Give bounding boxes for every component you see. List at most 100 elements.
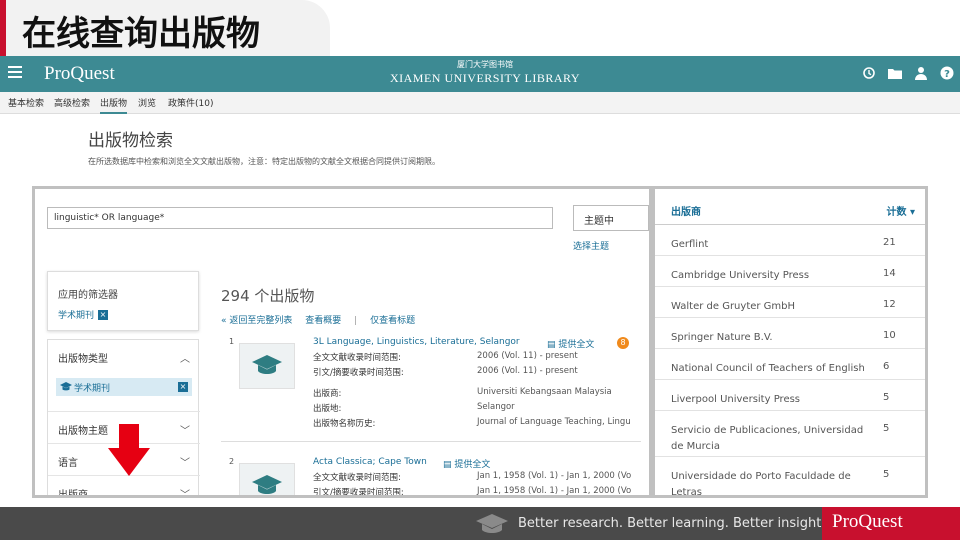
- nav-basic-search[interactable]: 基本检索: [8, 96, 44, 109]
- facet-selected-label: 学术期刊: [74, 383, 111, 394]
- mortarboard-icon: [252, 355, 282, 374]
- publisher-name: Cambridge University Press: [671, 270, 810, 281]
- results-view-links: « 返回至完整列表 查看概要 | 仅查看标题: [221, 313, 425, 326]
- document-icon: ▤: [443, 460, 455, 470]
- publisher-count: 12: [883, 299, 896, 310]
- publisher-column-header[interactable]: 出版商: [671, 203, 701, 218]
- slide-title-accent: [0, 0, 6, 56]
- facet-publisher[interactable]: 出版商 ﹀: [48, 476, 200, 498]
- publisher-row[interactable]: Walter de Gruyter GmbH 12: [655, 287, 925, 318]
- publisher-count: 6: [883, 361, 890, 372]
- annotation-arrow-icon: [108, 424, 150, 476]
- meta-label: 引文/摘要收录时间范围:: [313, 368, 404, 378]
- applied-filter-chip[interactable]: 学术期刊 ×: [58, 308, 109, 321]
- full-text-label: 提供全文: [454, 460, 491, 470]
- meta-row: 出版商: Universiti Kebangsaan Malaysia: [313, 387, 612, 399]
- publisher-count: 5: [883, 423, 890, 434]
- publisher-count: 21: [883, 237, 896, 248]
- meta-label: 全文文献收录时间范围:: [313, 353, 401, 363]
- titles-only-link[interactable]: 仅查看标题: [370, 316, 415, 326]
- meta-row: 引文/摘要收录时间范围: 2006 (Vol. 11) - present: [313, 366, 578, 378]
- chevron-down-icon[interactable]: ﹀: [180, 486, 190, 495]
- user-icon[interactable]: [914, 65, 928, 81]
- publisher-row[interactable]: Cambridge University Press 14: [655, 256, 925, 287]
- chevron-down-icon[interactable]: ﹀: [180, 454, 190, 469]
- mortarboard-icon: [476, 514, 508, 533]
- header-icons: ?: [862, 65, 954, 81]
- menu-icon[interactable]: [8, 66, 22, 80]
- chevron-up-icon[interactable]: ︿: [180, 350, 190, 365]
- full-text-link[interactable]: ▤ 提供全文: [547, 337, 594, 350]
- meta-row: 全文文献收录时间范围: 2006 (Vol. 11) - present: [313, 351, 578, 363]
- page-title: 出版物检索: [88, 131, 173, 151]
- publisher-facet-panel: 出版商 计数 ▾ Gerflint 21 Cambridge University…: [652, 186, 928, 498]
- search-input[interactable]: [47, 207, 553, 229]
- publisher-row[interactable]: Springer Nature B.V. 10: [655, 318, 925, 349]
- publication-thumbnail[interactable]: [239, 463, 295, 495]
- applied-filter-label: 学术期刊: [58, 311, 95, 321]
- publication-thumbnail[interactable]: [239, 343, 295, 389]
- publisher-name: Walter de Gruyter GmbH: [671, 301, 796, 312]
- view-summary-link[interactable]: 查看概要: [305, 316, 341, 326]
- library-subtitle: 厦门大学图书馆: [457, 60, 513, 69]
- nav-browse[interactable]: 浏览: [138, 96, 156, 109]
- count-sort-header[interactable]: 计数 ▾: [886, 203, 915, 218]
- nav-publications[interactable]: 出版物: [100, 96, 128, 114]
- publication-title-link[interactable]: 3L Language, Linguistics, Literature, Se…: [313, 337, 520, 347]
- publication-title-link[interactable]: Acta Classica; Cape Town: [313, 457, 427, 467]
- subject-scope-button[interactable]: 主题中: [573, 205, 649, 231]
- meta-value: Journal of Language Teaching, Lingu: [477, 417, 631, 427]
- svg-text:?: ?: [944, 69, 950, 80]
- slide-footer: Better research. Better learning. Better…: [0, 507, 960, 540]
- nav-policies[interactable]: 政策件(10): [168, 96, 213, 109]
- publisher-name: Gerflint: [671, 239, 709, 250]
- remove-filter-icon[interactable]: ×: [98, 309, 109, 320]
- help-icon[interactable]: ?: [940, 65, 954, 81]
- meta-value: 2006 (Vol. 11) - present: [477, 366, 578, 376]
- meta-label: 引文/摘要收录时间范围:: [313, 488, 404, 498]
- mortarboard-icon: [252, 475, 282, 494]
- select-subject-link[interactable]: 选择主题: [573, 239, 609, 252]
- meta-value: Selangor: [477, 402, 515, 412]
- chevron-down-icon[interactable]: ﹀: [180, 422, 190, 437]
- facet-label: 语言: [58, 458, 78, 469]
- publisher-count: 5: [883, 392, 890, 403]
- full-text-label: 提供全文: [558, 340, 595, 350]
- publisher-count: 14: [883, 268, 896, 279]
- page-description: 在所选数据库中检索和浏览全文文献出版物，注意：特定出版物的文献全文根据合同提供订…: [88, 157, 440, 166]
- publisher-row[interactable]: Liverpool University Press 5: [655, 380, 925, 411]
- publisher-name: National Council of Teachers of English: [671, 363, 865, 374]
- facet-label: 出版商: [58, 490, 88, 498]
- meta-label: 出版物名称历史:: [313, 419, 376, 429]
- publisher-row[interactable]: Gerflint 21: [655, 225, 925, 256]
- publisher-row[interactable]: Universidade do Porto Faculdade de Letra…: [655, 457, 925, 495]
- meta-row: 出版地: Selangor: [313, 402, 515, 414]
- meta-row: 出版物名称历史: Journal of Language Teaching, Li…: [313, 417, 631, 429]
- full-text-link[interactable]: ▤ 提供全文: [443, 457, 490, 470]
- remove-facet-icon[interactable]: ×: [178, 382, 188, 392]
- applied-filters-title: 应用的筛选器: [58, 290, 118, 301]
- publisher-name: Springer Nature B.V.: [671, 332, 773, 343]
- history-icon[interactable]: [862, 65, 876, 81]
- count-badge: 8: [617, 337, 629, 349]
- publisher-name: Servicio de Publicaciones, Universidad d…: [671, 425, 864, 452]
- publisher-count: 10: [883, 330, 896, 341]
- result-item: 2 Acta Classica; Cape Town ▤ 提供全文 全文文献收录…: [221, 457, 649, 498]
- publisher-name: Liverpool University Press: [671, 394, 801, 405]
- back-to-full-list-link[interactable]: « 返回至完整列表: [221, 316, 292, 326]
- facet-publication-type[interactable]: 出版物类型 ︿ 学术期刊 ×: [48, 340, 200, 412]
- meta-label: 出版商:: [313, 389, 342, 399]
- meta-value: Universiti Kebangsaan Malaysia: [477, 387, 612, 397]
- brand-logo[interactable]: ProQuest: [44, 63, 115, 85]
- publisher-row[interactable]: Servicio de Publicaciones, Universidad d…: [655, 411, 925, 457]
- main-nav: 基本检索 高级检索 出版物 浏览 政策件(10): [0, 92, 960, 114]
- nav-advanced-search[interactable]: 高级检索: [54, 96, 90, 109]
- publisher-count: 5: [883, 469, 890, 480]
- folder-icon[interactable]: [888, 65, 902, 81]
- app-header: ProQuest 厦门大学图书馆 XIAMEN UNIVERSITY LIBRA…: [0, 56, 960, 92]
- facet-selected-option[interactable]: 学术期刊 ×: [56, 378, 192, 396]
- document-icon: ▤: [547, 340, 559, 350]
- results-count: 294 个出版物: [221, 287, 315, 305]
- publisher-row[interactable]: National Council of Teachers of English 6: [655, 349, 925, 380]
- result-divider: [221, 441, 641, 442]
